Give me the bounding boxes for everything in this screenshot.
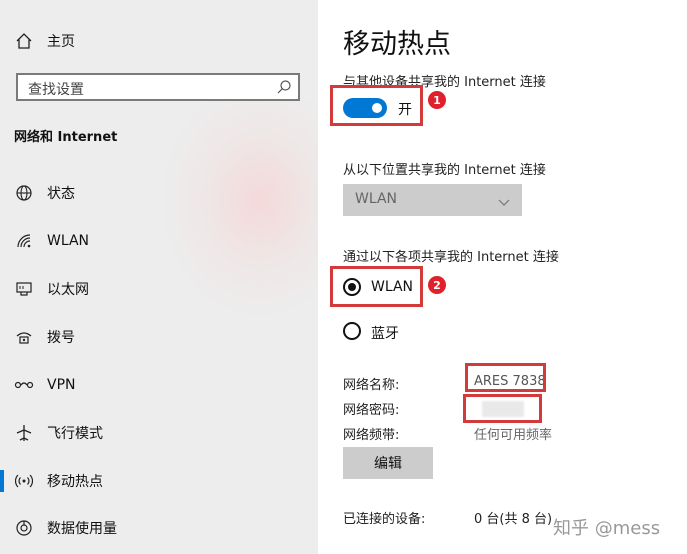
dropdown-value: WLAN	[355, 191, 398, 207]
share-from-dropdown[interactable]: WLAN	[343, 184, 522, 216]
connected-value: 0 台(共 8 台)	[474, 512, 553, 527]
page-title: 移动热点	[343, 29, 451, 60]
hotspot-icon	[14, 471, 34, 491]
sidebar-item-home[interactable]: 主页	[0, 25, 318, 57]
network-band-label: 网络频带:	[343, 428, 400, 443]
sidebar-item-data-usage[interactable]: 数据使用量	[0, 512, 318, 544]
edit-button[interactable]: 编辑	[343, 447, 433, 479]
sidebar-item-label: 数据使用量	[47, 521, 117, 537]
dialup-icon	[14, 327, 34, 347]
home-icon	[14, 31, 34, 51]
globe-icon	[14, 183, 34, 203]
share-over-label: 通过以下各项共享我的 Internet 连接	[343, 250, 559, 265]
sidebar-item-ethernet[interactable]: 以太网	[0, 273, 318, 305]
connected-label: 已连接的设备:	[343, 512, 426, 527]
sidebar-item-label: 主页	[47, 34, 75, 50]
watermark: 知乎 @mess	[553, 518, 661, 539]
share-from-label: 从以下位置共享我的 Internet 连接	[343, 163, 546, 178]
vpn-icon	[14, 375, 34, 395]
sidebar-item-label: 移动热点	[47, 474, 103, 490]
annotation-badge-1: 1	[428, 91, 446, 109]
highlight-box-toggle	[330, 85, 423, 126]
sidebar-item-label: 飞行模式	[47, 426, 103, 442]
section-title: 网络和 Internet	[14, 130, 118, 145]
radio-bluetooth-label: 蓝牙	[371, 326, 399, 342]
chevron-down-icon	[498, 193, 510, 206]
sidebar-item-label: WLAN	[47, 233, 90, 249]
sidebar-item-wlan[interactable]: WLAN	[0, 225, 318, 257]
sidebar: 主页 查找设置 网络和 Internet 状态 WLAN 以太网 拨号 VPN …	[0, 0, 318, 554]
network-band-value: 任何可用频率	[474, 428, 553, 443]
search-icon[interactable]	[276, 79, 292, 95]
highlight-box-wlan	[330, 266, 423, 307]
highlight-box-password	[463, 394, 542, 423]
network-name-label: 网络名称:	[343, 378, 400, 393]
network-password-label: 网络密码:	[343, 403, 400, 418]
sidebar-item-label: VPN	[47, 377, 76, 393]
sidebar-item-dialup[interactable]: 拨号	[0, 321, 318, 353]
search-placeholder: 查找设置	[28, 82, 84, 98]
sidebar-item-label: 以太网	[47, 282, 89, 298]
sidebar-item-label: 状态	[47, 186, 75, 202]
sidebar-item-status[interactable]: 状态	[0, 177, 318, 209]
airplane-icon	[14, 423, 34, 443]
sidebar-item-airplane[interactable]: 飞行模式	[0, 417, 318, 449]
annotation-badge-2: 2	[428, 276, 446, 294]
radio-bluetooth[interactable]	[343, 322, 361, 340]
wifi-icon	[14, 231, 34, 251]
highlight-box-name	[465, 363, 546, 392]
sidebar-item-hotspot[interactable]: 移动热点	[0, 465, 318, 497]
search-input[interactable]: 查找设置	[16, 73, 300, 101]
sidebar-item-vpn[interactable]: VPN	[0, 369, 318, 401]
sidebar-item-label: 拨号	[47, 330, 75, 346]
ethernet-icon	[14, 279, 34, 299]
data-usage-icon	[14, 518, 34, 538]
